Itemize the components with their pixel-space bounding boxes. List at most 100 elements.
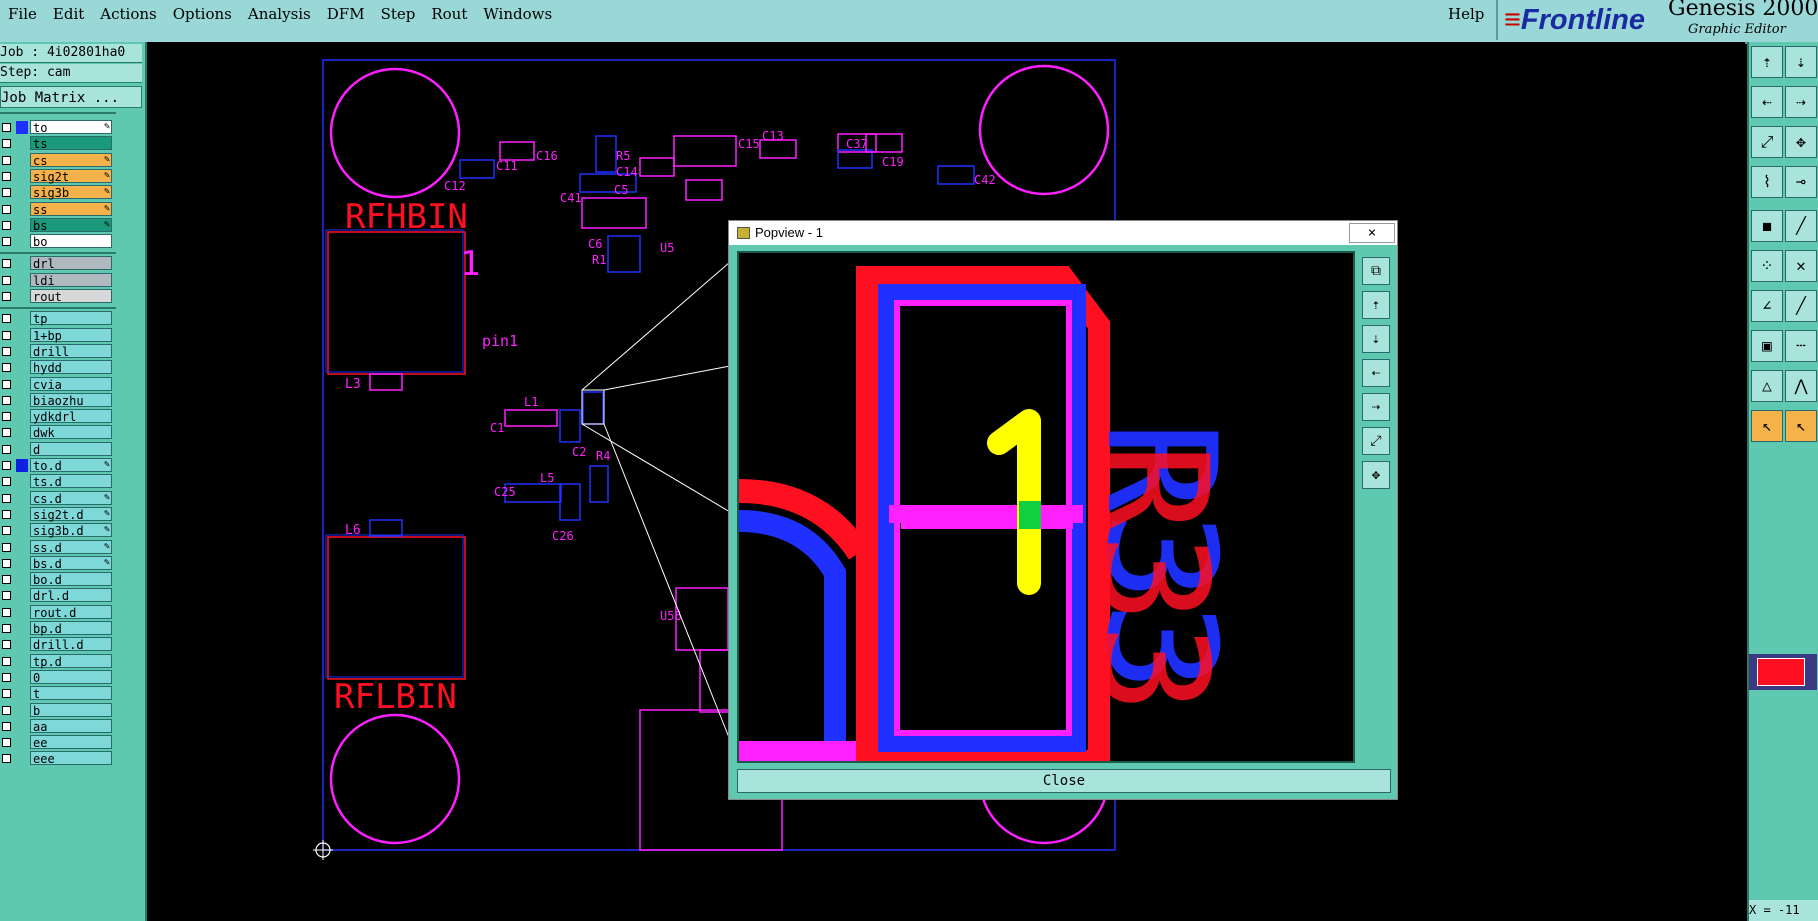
popview-up-icon[interactable]: ⇡ <box>1362 291 1390 319</box>
layer-checkbox[interactable] <box>2 477 11 487</box>
layer-row[interactable]: 1+bp <box>0 327 116 343</box>
menu-actions[interactable]: Actions <box>92 5 164 23</box>
window-down-icon[interactable]: ⇣ <box>1785 46 1817 78</box>
layer-checkbox[interactable] <box>2 237 11 247</box>
layer-checkbox[interactable] <box>2 330 11 340</box>
layer-row[interactable]: drill <box>0 343 116 359</box>
window-up-icon[interactable]: ⇡ <box>1751 46 1783 78</box>
layer-row[interactable]: bo.d <box>0 572 116 587</box>
layer-row[interactable]: ydkdrl <box>0 409 116 424</box>
layer-row[interactable]: aa <box>0 718 116 734</box>
layer-row[interactable]: cvia <box>0 376 116 392</box>
layer-checkbox[interactable] <box>2 346 11 356</box>
layer-row[interactable]: b <box>0 702 116 718</box>
layer-checkbox[interactable] <box>2 292 11 301</box>
job-matrix-button[interactable]: Job Matrix ... <box>0 86 142 108</box>
layer-checkbox[interactable] <box>2 672 11 682</box>
menu-analysis[interactable]: Analysis <box>240 5 319 23</box>
triangle-icon[interactable]: △ <box>1751 370 1783 402</box>
layer-row[interactable]: sig3b.d ✎ <box>0 523 116 538</box>
menu-edit[interactable]: Edit <box>45 5 92 23</box>
menu-help[interactable]: Help <box>1448 5 1484 23</box>
layer-checkbox[interactable] <box>2 139 11 149</box>
layer-checkbox[interactable] <box>2 640 11 650</box>
angle-icon[interactable]: ∠ <box>1751 290 1783 322</box>
layer-row[interactable]: drl.d <box>0 588 116 603</box>
layer-checkbox[interactable] <box>2 558 11 568</box>
layer-row[interactable]: ldi <box>0 272 116 288</box>
layer-checkbox[interactable] <box>2 171 11 181</box>
layer-row[interactable]: drl <box>0 256 116 271</box>
layer-checkbox[interactable] <box>2 575 11 585</box>
layer-row[interactable]: drill.d <box>0 637 116 652</box>
layer-row[interactable]: bp.d <box>0 621 116 636</box>
layer-row[interactable]: t <box>0 686 116 701</box>
layer-row[interactable]: bo <box>0 234 116 249</box>
layer-row[interactable]: tp.d <box>0 653 116 669</box>
layer-row[interactable]: eee <box>0 751 116 766</box>
layer-row[interactable]: bs ✎ <box>0 217 116 233</box>
layer-checkbox[interactable] <box>2 363 11 373</box>
layer-checkbox[interactable] <box>2 204 11 214</box>
layer-checkbox[interactable] <box>2 493 11 503</box>
popview-right-icon[interactable]: ⇢ <box>1362 393 1390 421</box>
layer-row[interactable]: sig2t ✎ <box>0 168 116 184</box>
layer-row[interactable]: 0 <box>0 669 116 685</box>
layer-checkbox[interactable] <box>2 738 11 748</box>
layer-row[interactable]: biaozhu <box>0 392 116 408</box>
zoom-home-icon[interactable]: ✥ <box>1785 126 1817 158</box>
layer-checkbox[interactable] <box>2 461 11 470</box>
layer-checkbox[interactable] <box>2 428 11 438</box>
layer-checkbox[interactable] <box>2 259 11 269</box>
connect-icon[interactable]: ⁘ <box>1751 250 1783 282</box>
layer-row[interactable]: cs ✎ <box>0 152 116 168</box>
measure-icon[interactable]: ⌇ <box>1751 166 1783 198</box>
layer-checkbox[interactable] <box>2 542 11 552</box>
layer-checkbox[interactable] <box>2 220 11 230</box>
layer-color-swatch[interactable] <box>1749 654 1817 690</box>
layer-checkbox[interactable] <box>2 314 11 324</box>
layer-row[interactable]: ss ✎ <box>0 201 116 217</box>
pad-icon[interactable]: ▣ <box>1751 330 1783 362</box>
layer-checkbox[interactable] <box>2 591 11 601</box>
menu-dfm[interactable]: DFM <box>319 5 373 23</box>
pointer-select-icon[interactable]: ↖ <box>1785 410 1817 442</box>
select-shape-icon[interactable]: ◼ <box>1751 210 1783 242</box>
pointer-icon[interactable]: ↖ <box>1751 410 1783 442</box>
layer-checkbox[interactable] <box>2 509 11 519</box>
layer-row[interactable]: hydd <box>0 360 116 375</box>
layer-checkbox[interactable] <box>2 607 11 617</box>
popview-zoom-in-icon[interactable]: ⤢ <box>1362 427 1390 455</box>
popview-left-icon[interactable]: ⇠ <box>1362 359 1390 387</box>
layer-row[interactable]: ts <box>0 136 116 151</box>
pin-icon[interactable]: ⊸ <box>1785 166 1817 198</box>
layer-row[interactable]: cs.d ✎ <box>0 490 116 506</box>
menu-windows[interactable]: Windows <box>475 5 560 23</box>
popview-copy-icon[interactable]: ⧉ <box>1362 257 1390 285</box>
layer-row[interactable]: to ✎ <box>0 120 116 135</box>
layer-checkbox[interactable] <box>2 526 11 536</box>
layer-row[interactable]: rout <box>0 289 116 304</box>
layer-checkbox[interactable] <box>2 275 11 285</box>
layer-checkbox[interactable] <box>2 656 11 666</box>
layer-checkbox[interactable] <box>2 155 11 165</box>
cross-icon[interactable]: ✕ <box>1785 250 1817 282</box>
popview-titlebar[interactable]: Popview - 1 <box>729 221 1397 245</box>
menu-options[interactable]: Options <box>165 5 240 23</box>
layer-checkbox[interactable] <box>2 379 11 389</box>
layer-row[interactable]: sig2t.d ✎ <box>0 506 116 522</box>
dash-icon[interactable]: ┄ <box>1785 330 1817 362</box>
layer-row[interactable]: ee <box>0 735 116 750</box>
peak-icon[interactable]: ⋀ <box>1785 370 1817 402</box>
popview-zoom-out-icon[interactable]: ✥ <box>1362 461 1390 489</box>
layer-row[interactable]: to.d ✎ <box>0 458 116 473</box>
layer-checkbox[interactable] <box>2 188 11 198</box>
layer-row[interactable]: ts.d <box>0 474 116 489</box>
window-left-icon[interactable]: ⇠ <box>1751 86 1783 118</box>
popview-down-icon[interactable]: ⇣ <box>1362 325 1390 353</box>
layer-checkbox[interactable] <box>2 444 11 454</box>
window-right-icon[interactable]: ⇢ <box>1785 86 1817 118</box>
menu-file[interactable]: File <box>0 5 45 23</box>
popview-canvas[interactable]: R33 R33 <box>737 251 1355 763</box>
layer-checkbox[interactable] <box>2 412 11 422</box>
